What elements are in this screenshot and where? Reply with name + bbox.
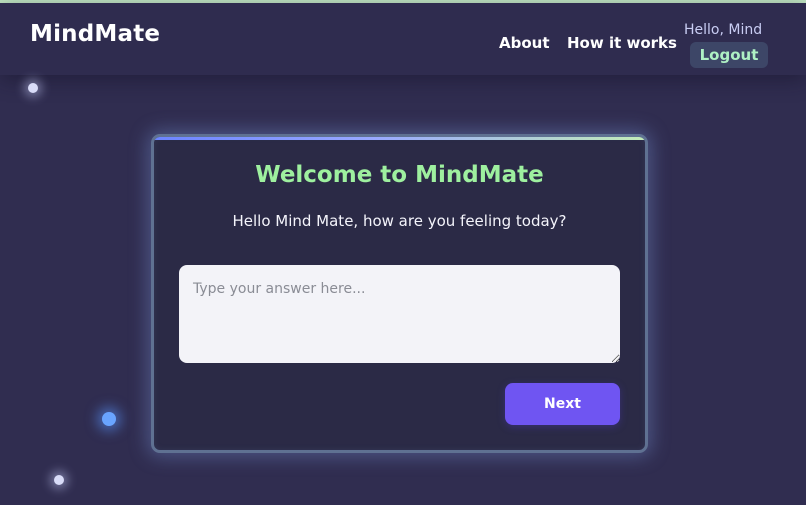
logout-button[interactable]: Logout xyxy=(690,42,768,68)
app-root: MindMate About How it works Hello, Mind … xyxy=(0,0,806,505)
background-glow-dot xyxy=(54,475,64,485)
background-glow-dot xyxy=(102,412,116,426)
card-accent-bar xyxy=(154,137,645,140)
feeling-question: Hello Mind Mate, how are you feeling tod… xyxy=(232,212,567,230)
nav-about-link[interactable]: About xyxy=(499,34,550,52)
nav-how-it-works-link[interactable]: How it works xyxy=(567,34,677,52)
user-greeting: Hello, Mind xyxy=(684,22,763,38)
welcome-card: Welcome to MindMate Hello Mind Mate, how… xyxy=(151,134,648,453)
next-button[interactable]: Next xyxy=(505,383,620,425)
answer-textarea[interactable] xyxy=(179,265,620,363)
background-glow-dot xyxy=(28,83,38,93)
welcome-title: Welcome to MindMate xyxy=(255,162,544,188)
brand-logo[interactable]: MindMate xyxy=(30,21,160,47)
header: MindMate About How it works Hello, Mind … xyxy=(0,3,806,75)
